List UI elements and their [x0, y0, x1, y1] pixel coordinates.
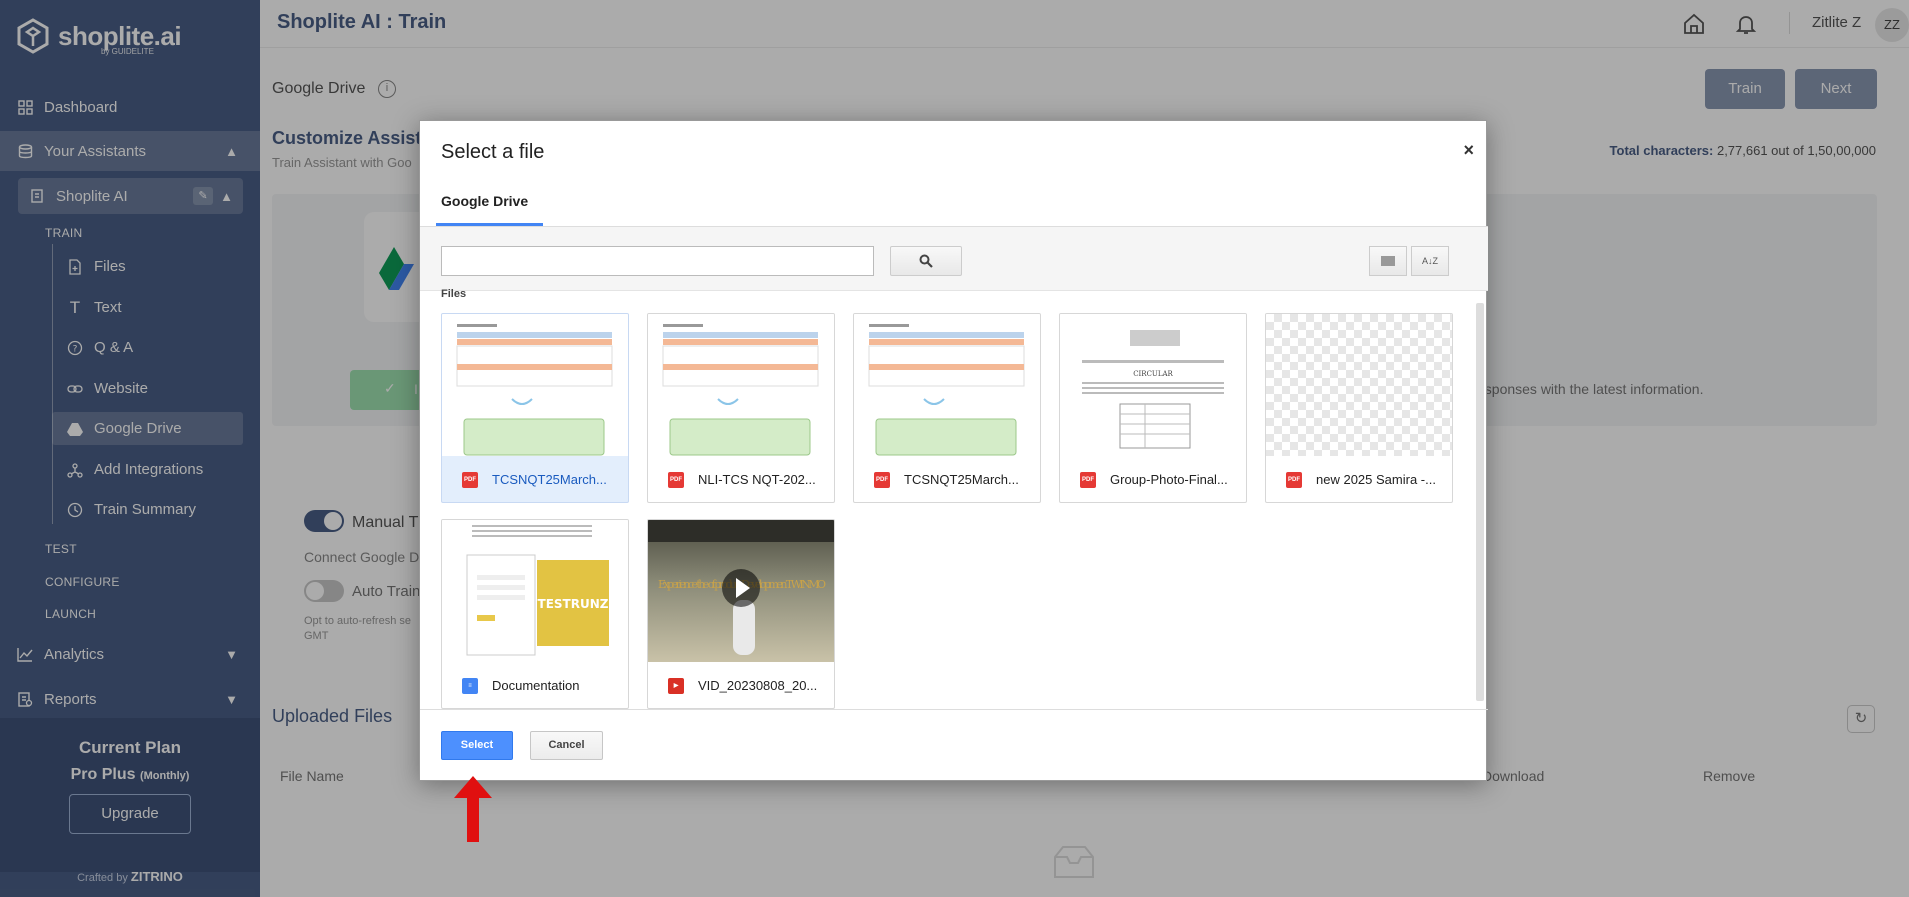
pdf-icon: PDF: [1286, 471, 1302, 488]
search-button[interactable]: [890, 246, 962, 276]
file-name: new 2025 Samira -...: [1316, 472, 1436, 487]
circular-text: CIRCULAR: [1133, 370, 1173, 378]
file-thumbnail: [442, 314, 628, 456]
file-label: PDF NLI-TCS NQT-202...: [648, 456, 834, 502]
file-card[interactable]: CIRCULAR PDF Group-Photo-Final...: [1059, 313, 1247, 503]
document-preview-icon: [662, 324, 819, 456]
file-name: TCSNQT25March...: [492, 472, 607, 487]
select-button[interactable]: Select: [441, 731, 513, 760]
file-name: TCSNQT25March...: [904, 472, 1019, 487]
file-card[interactable]: PDF TCSNQT25March...: [853, 313, 1041, 503]
video-icon: ▶: [668, 677, 684, 694]
file-label: PDF new 2025 Samira -...: [1266, 456, 1452, 502]
file-thumbnail: Experience the of product Developmen TWI…: [648, 520, 834, 662]
search-input[interactable]: [441, 246, 874, 276]
list-view-button[interactable]: [1369, 246, 1407, 276]
file-thumbnail: [854, 314, 1040, 456]
file-name: Documentation: [492, 678, 580, 693]
document-preview-icon: [868, 324, 1025, 456]
testrunz-text: TESTRUNZ: [538, 597, 609, 611]
dialog-title: Select a file: [441, 141, 545, 163]
file-card[interactable]: TESTRUNZ ≡ Documentation: [441, 519, 629, 709]
file-card[interactable]: PDF NLI-TCS NQT-202...: [647, 313, 835, 503]
file-thumbnail: [648, 314, 834, 456]
pdf-icon: PDF: [668, 471, 684, 488]
file-thumbnail: CIRCULAR: [1060, 314, 1246, 456]
file-name: NLI-TCS NQT-202...: [698, 472, 816, 487]
search-bar: A↓Z: [420, 227, 1488, 291]
google-doc-icon: ≡: [462, 677, 478, 694]
tab-google-drive[interactable]: Google Drive: [441, 193, 528, 209]
circular-preview-icon: CIRCULAR: [1082, 330, 1224, 449]
file-name: VID_20230808_20...: [698, 678, 818, 693]
arrow-up-icon: [454, 776, 492, 842]
close-icon[interactable]: ×: [1463, 140, 1474, 161]
sort-button[interactable]: A↓Z: [1411, 246, 1449, 276]
file-label: PDF TCSNQT25March...: [442, 456, 628, 502]
file-card[interactable]: PDF TCSNQT25March...: [441, 313, 629, 503]
video-preview-icon: Experience the of product Developmen TWI…: [648, 520, 834, 655]
document-preview-icon: TESTRUNZ: [466, 525, 609, 656]
file-label: PDF TCSNQT25March...: [854, 456, 1040, 502]
divider: [420, 709, 1488, 710]
pdf-icon: PDF: [1080, 471, 1096, 488]
file-thumbnail: [1266, 314, 1452, 456]
list-view-icon: [1381, 256, 1395, 266]
search-icon: [919, 254, 933, 268]
files-section-label: Files: [441, 288, 467, 300]
pdf-icon: PDF: [874, 471, 890, 488]
cancel-button[interactable]: Cancel: [530, 731, 603, 760]
file-thumbnail: TESTRUNZ: [442, 520, 628, 662]
document-preview-icon: [456, 324, 613, 456]
file-name: Group-Photo-Final...: [1110, 472, 1228, 487]
file-label: PDF Group-Photo-Final...: [1060, 456, 1246, 502]
file-card[interactable]: Experience the of product Developmen TWI…: [647, 519, 835, 709]
file-card[interactable]: PDF new 2025 Samira -...: [1265, 313, 1453, 503]
file-picker-dialog: Select a file × Google Drive A↓Z Files P…: [419, 120, 1488, 781]
file-label: ▶ VID_20230808_20...: [648, 662, 834, 708]
scrollbar[interactable]: [1476, 303, 1484, 701]
file-label: ≡ Documentation: [442, 662, 628, 708]
pdf-icon: PDF: [462, 471, 478, 488]
sort-az-icon: A↓Z: [1421, 256, 1438, 266]
